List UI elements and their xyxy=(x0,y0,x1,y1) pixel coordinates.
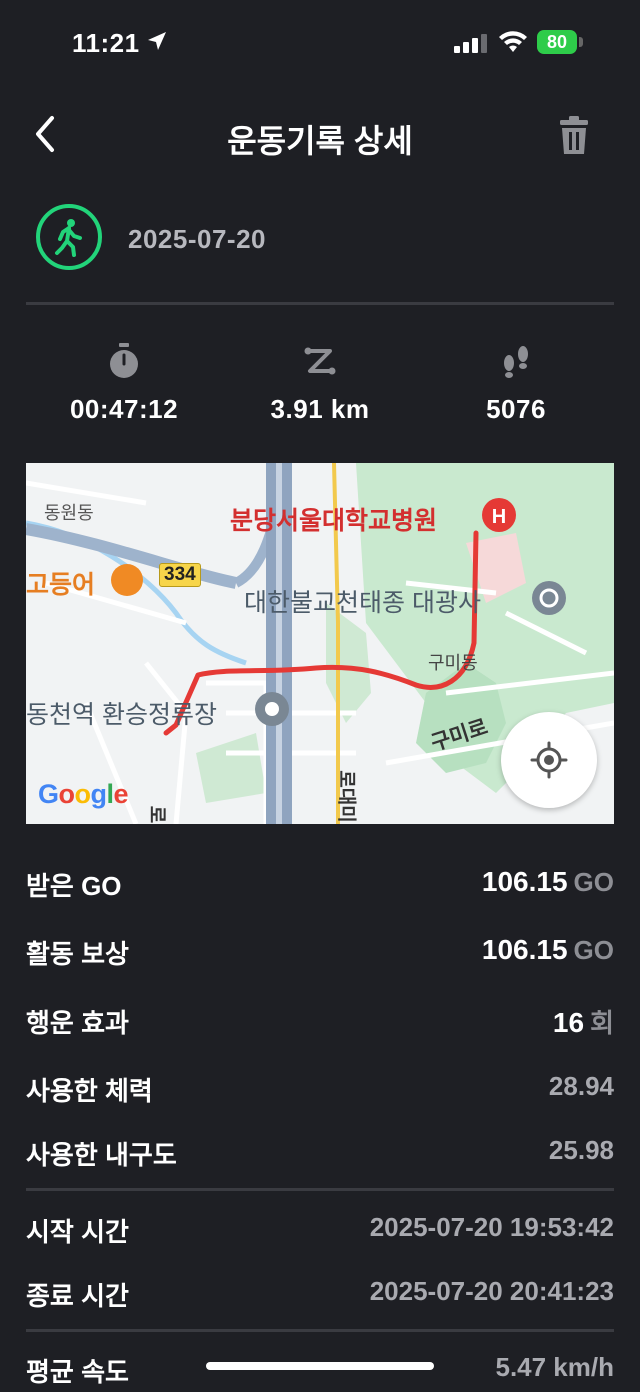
footsteps-icon xyxy=(504,346,528,378)
stat-distance: 3.91 km xyxy=(222,340,418,425)
map-label-road-vertical: 로대미 xyxy=(335,770,357,823)
map-route-number: 334 xyxy=(159,563,201,587)
my-location-icon xyxy=(530,741,568,779)
location-arrow-icon xyxy=(148,32,166,50)
detail-used-durability: 사용한 내구도 25.98 xyxy=(26,1135,614,1170)
stopwatch-icon xyxy=(110,343,138,378)
google-logo: Google xyxy=(38,779,129,809)
divider xyxy=(26,1329,614,1332)
map-label-dongwon: 동원동 xyxy=(44,503,94,523)
stats-row: 00:47:12 3.91 km 5076 xyxy=(26,340,614,440)
map-label-station: 동천역 환승정류장 xyxy=(26,701,217,729)
detail-activity-reward: 활동 보상 106.15 GO xyxy=(26,934,614,969)
header: 운동기록 상세 xyxy=(0,100,640,170)
map-label-road-small: 로 xyxy=(146,805,168,824)
detail-luck-effect: 행운 효과 16 회 xyxy=(26,1007,614,1038)
map-label-temple: 대한불교천태종 대광사 xyxy=(244,589,481,617)
battery-icon: 80 xyxy=(537,30,577,54)
distance-icon xyxy=(304,347,336,375)
detail-average-speed: 평균 속도 5.47 km/h xyxy=(26,1352,614,1387)
stat-duration: 00:47:12 xyxy=(26,340,222,425)
page-title: 운동기록 상세 xyxy=(227,123,413,159)
wifi-icon xyxy=(499,31,527,52)
stat-distance-value: 3.91 km xyxy=(270,394,370,424)
map-label-restaurant: 고등어 xyxy=(26,571,96,599)
route-map[interactable]: H 동원동 분당서울대학교병원 고등어 334 대한불교천태종 대광사 구미동 … xyxy=(26,463,614,824)
svg-text:H: H xyxy=(492,506,506,528)
locate-button[interactable] xyxy=(501,712,597,808)
stat-duration-value: 00:47:12 xyxy=(69,394,179,424)
detail-start-time: 시작 시간 2025-07-20 19:53:42 xyxy=(26,1212,614,1247)
map-label-gumi-dong: 구미동 xyxy=(428,653,478,673)
walking-icon xyxy=(36,204,102,270)
trash-icon[interactable] xyxy=(552,114,596,158)
battery-tip xyxy=(579,37,583,47)
map-label-hospital: 분당서울대학교병원 xyxy=(230,507,438,535)
home-indicator[interactable] xyxy=(206,1362,434,1370)
detail-used-stamina: 사용한 체력 28.94 xyxy=(26,1071,614,1106)
divider xyxy=(26,1188,614,1191)
status-time: 11:21 xyxy=(72,28,140,58)
activity-summary: 2025-07-20 xyxy=(36,204,596,276)
stat-steps-value: 5076 xyxy=(486,394,546,424)
activity-date: 2025-07-20 xyxy=(128,224,266,254)
cellular-signal-icon xyxy=(454,34,487,53)
status-bar: 11:21 80 xyxy=(0,0,640,88)
detail-end-time: 종료 시간 2025-07-20 20:41:23 xyxy=(26,1276,614,1311)
stat-steps: 5076 xyxy=(418,340,614,425)
divider xyxy=(26,302,614,305)
detail-received-go: 받은 GO 106.15 GO xyxy=(26,866,614,901)
